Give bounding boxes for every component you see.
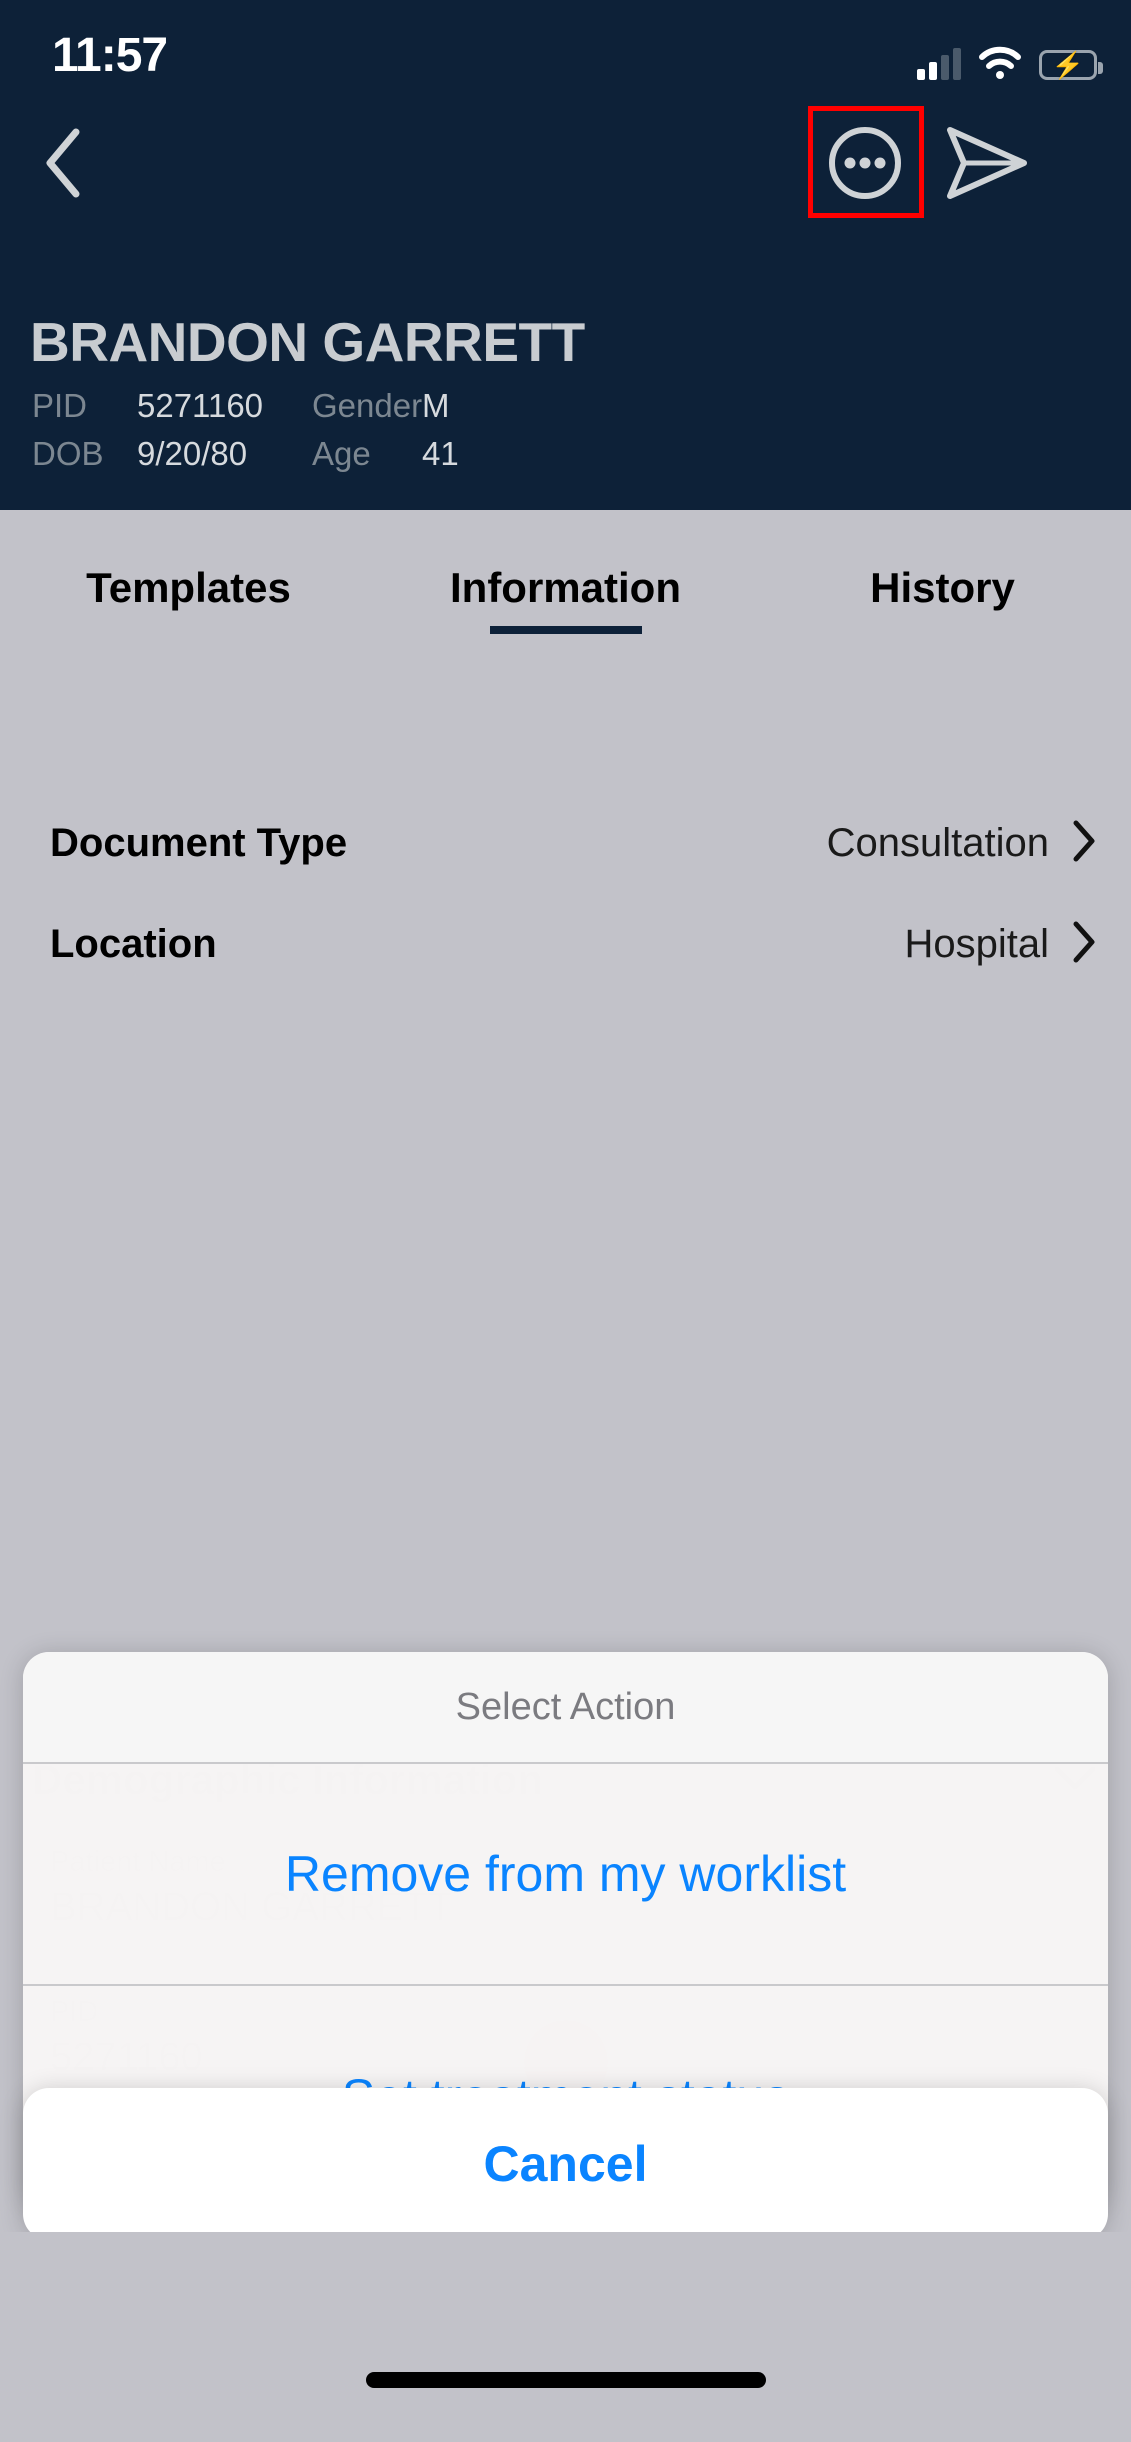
location-label: Location [50,921,217,966]
tab-templates-label: Templates [86,563,291,611]
document-type-value: Consultation [826,820,1049,865]
location-value: Hospital [904,921,1049,966]
age-label: Age [312,435,371,472]
cellular-signal-icon [917,46,961,80]
gender-label: Gender [312,387,423,424]
chevron-right-icon [1071,819,1097,868]
tab-information-label: Information [450,563,681,611]
more-options-button[interactable] [822,122,908,208]
patient-demographics-summary: PID 5271160 Gender M DOB 9/20/80 Age 41 [32,382,592,478]
status-bar-icons: ⚡ [917,32,1103,80]
tab-history-label: History [870,563,1015,611]
chevron-right-icon [1071,920,1097,969]
age-value: 41 [422,435,459,472]
phone-screen: 11:57 ⚡ BRANDON GARRETT PID 5271160 Gend… [0,0,1131,2442]
pid-label: PID [32,387,88,424]
patient-header: 11:57 ⚡ BRANDON GARRETT PID 5271160 Gend… [0,0,1131,510]
dob-value: 9/20/80 [137,435,248,472]
send-button[interactable] [944,122,1030,208]
send-icon [944,124,1030,207]
document-type-row[interactable]: Document Type Consultation [50,812,1097,874]
gender-value: M [422,387,450,424]
tab-history[interactable]: History [754,558,1131,612]
chevron-left-icon [42,126,86,200]
tab-information[interactable]: Information [377,558,754,634]
back-button[interactable] [28,118,100,208]
status-bar: 11:57 ⚡ [0,0,1131,112]
dob-label: DOB [32,435,104,472]
pid-value: 5271160 [137,387,264,424]
nav-bar [0,106,1131,218]
wifi-icon [979,46,1021,80]
tab-templates[interactable]: Templates [0,558,377,612]
patient-summary-row-1: PID 5271160 Gender M [32,382,592,430]
tab-bar: Templates Information History [0,512,1131,657]
cancel-button[interactable]: Cancel [23,2088,1108,2240]
more-options-icon [825,123,905,208]
battery-charging-icon: ⚡ [1039,50,1103,80]
action-sheet-title: Select Action [23,1652,1108,1764]
location-row[interactable]: Location Hospital [50,913,1097,975]
patient-name-title: BRANDON GARRETT [30,311,585,373]
patient-summary-row-2: DOB 9/20/80 Age 41 [32,430,592,478]
bottom-safe-area [0,2232,1131,2442]
tab-underline-active [489,625,642,634]
action-remove-from-worklist[interactable]: Remove from my worklist [23,1764,1108,1986]
document-type-label: Document Type [50,820,348,865]
home-indicator[interactable] [365,2372,766,2388]
status-bar-time: 11:57 [52,29,168,82]
